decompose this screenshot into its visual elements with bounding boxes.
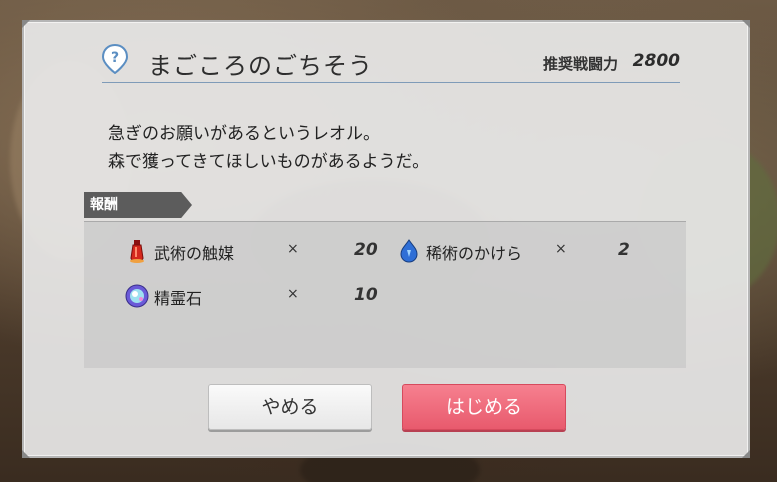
recommended-power-value: 2800: [632, 51, 680, 71]
reward-multiply: ×: [555, 241, 567, 257]
reward-multiply: ×: [287, 241, 299, 257]
description-line: 急ぎのお願いがあるというレオル。: [108, 124, 380, 144]
reward-multiply: ×: [287, 286, 299, 302]
reward-name: 精霊石: [154, 289, 203, 308]
start-button[interactable]: はじめる: [402, 384, 566, 430]
recommended-power-label: 推奨戦闘力: [542, 55, 618, 73]
reward-name: 武術の触媒: [154, 244, 235, 263]
reward-quantity: 10: [354, 285, 378, 305]
reward-list: 武術の触媒 × 20 稀術のかけら × 2 精霊石 × 10: [84, 221, 686, 368]
quest-header: ? まごころのごちそう 推奨戦闘力 2800: [102, 44, 680, 83]
svg-text:?: ?: [111, 50, 119, 66]
help-pin-icon[interactable]: ?: [102, 44, 128, 74]
blue-shard-icon: [400, 239, 418, 263]
quest-dialog: ? まごころのごちそう 推奨戦闘力 2800 急ぎのお願いがあるというレオル。 …: [22, 20, 750, 458]
red-catalyst-icon: [130, 240, 144, 263]
reward-quantity: 2: [618, 240, 630, 260]
reward-section-label: 報酬: [84, 192, 192, 218]
quest-description: 急ぎのお願いがあるというレオル。 森で獲ってきてほしいものがあるようだ。: [108, 120, 429, 176]
description-line: 森で獲ってきてほしいものがあるようだ。: [108, 152, 430, 172]
spirit-stone-icon: [125, 284, 149, 308]
quest-title: まごころのごちそう: [148, 52, 373, 80]
reward-quantity: 20: [354, 240, 378, 260]
reward-name: 稀術のかけら: [426, 244, 523, 263]
cancel-button[interactable]: やめる: [208, 384, 372, 430]
